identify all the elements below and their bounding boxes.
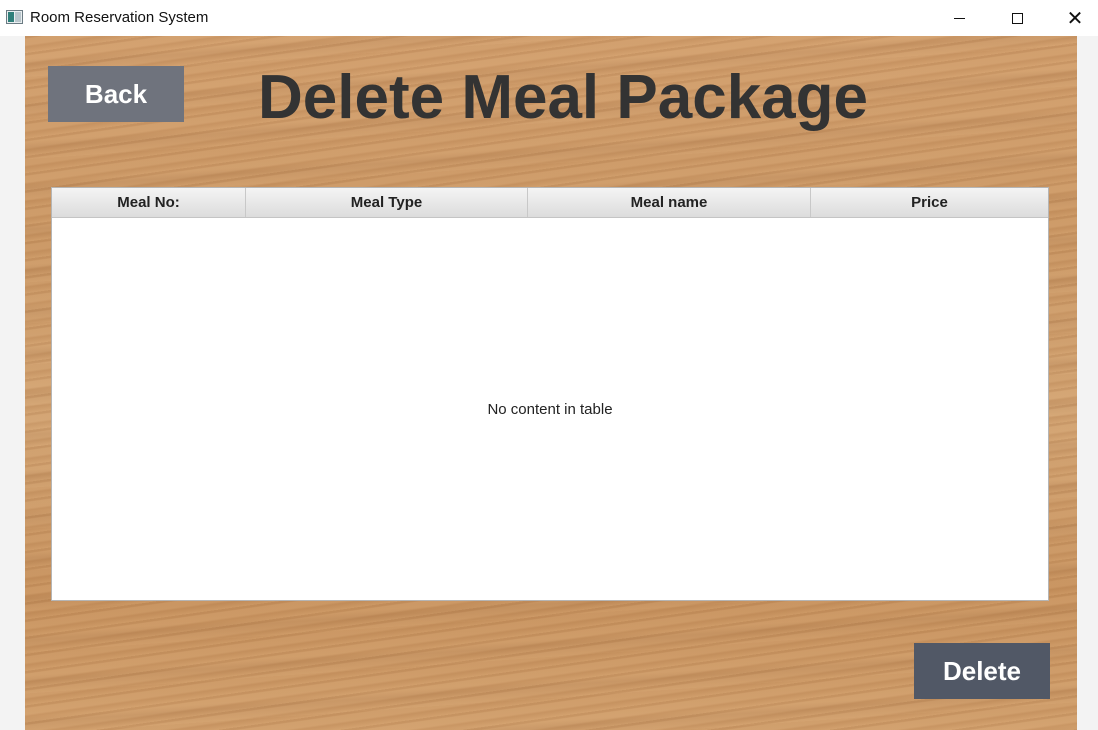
column-header-price[interactable]: Price [811, 188, 1048, 217]
column-header-meal-no[interactable]: Meal No: [52, 188, 246, 217]
meal-package-table[interactable]: Meal No: Meal Type Meal name Price No co… [51, 187, 1049, 601]
column-header-meal-type[interactable]: Meal Type [246, 188, 528, 217]
app-window-icon [6, 10, 23, 24]
minimize-icon [953, 17, 965, 19]
wood-background-panel: Back Delete Meal Package Meal No: Meal T… [25, 36, 1077, 730]
close-icon: ✕ [1066, 6, 1084, 30]
delete-button[interactable]: Delete [914, 643, 1050, 699]
back-button[interactable]: Back [48, 66, 184, 122]
maximize-icon [1011, 12, 1023, 24]
maximize-button[interactable] [988, 0, 1046, 36]
table-header-row: Meal No: Meal Type Meal name Price [52, 188, 1048, 218]
close-button[interactable]: ✕ [1046, 0, 1098, 36]
title-bar: Room Reservation System ✕ [0, 0, 1098, 36]
column-header-meal-name[interactable]: Meal name [528, 188, 811, 217]
window-title: Room Reservation System [30, 9, 209, 26]
minimize-button[interactable] [930, 0, 988, 36]
page-title: Delete Meal Package [258, 63, 869, 132]
table-empty-message: No content in table [487, 401, 613, 418]
